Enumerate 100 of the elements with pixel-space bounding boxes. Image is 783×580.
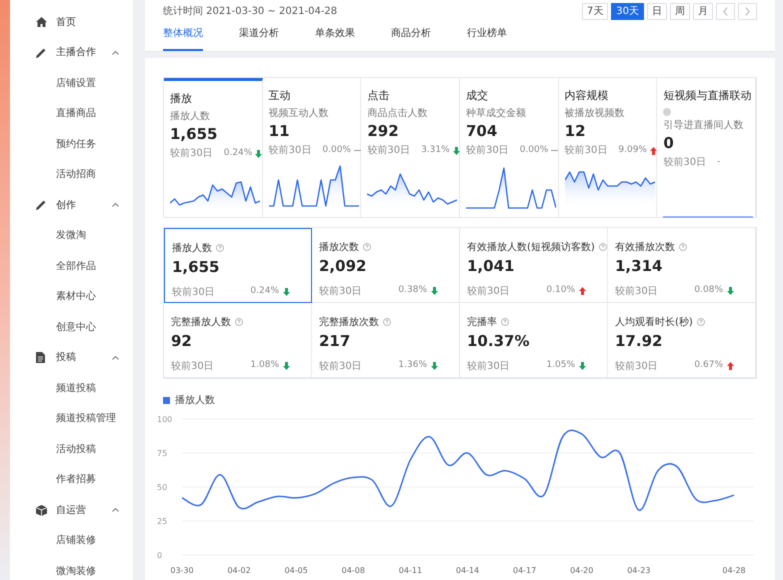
metric-label: 播放次数 — [319, 240, 359, 255]
change-value: 0.00% — [520, 144, 548, 157]
sidebar-item[interactable]: 频道投稿管理 — [10, 404, 133, 434]
sidebar-item[interactable]: 直播商品 — [10, 98, 133, 129]
chevron-left-icon — [723, 7, 728, 16]
change-value: 0.10% — [546, 284, 575, 298]
compare-label: 较前30日 — [367, 144, 410, 158]
sidebar-item[interactable]: 全部作品 — [10, 251, 133, 282]
help-icon[interactable] — [383, 318, 391, 326]
metric-value: 217 — [319, 332, 352, 351]
metric-card[interactable]: 内容规模 被播放视频数 12 较前30日 9.09% — [558, 78, 658, 218]
x-tick-label: 04-11 — [398, 566, 422, 575]
down-arrow-icon — [727, 287, 734, 296]
period-button[interactable]: 周 — [670, 3, 690, 20]
dash-icon — [551, 150, 558, 152]
metric-label: 播放人数 — [170, 112, 211, 122]
change-value: 9.09% — [618, 144, 647, 157]
metric-card[interactable]: 点击 商品点击人数 292 较前30日 3.31% — [361, 78, 460, 218]
down-arrow-icon — [283, 288, 290, 296]
tab[interactable]: 单条效果 — [315, 26, 355, 52]
metric-label: 引导进直播间人数 — [663, 121, 744, 132]
pencil-icon — [36, 200, 46, 210]
sidebar-item[interactable]: 自运营 — [10, 495, 133, 526]
metric-label: 视频互动人数 — [268, 109, 330, 120]
period-button[interactable]: 月 — [693, 3, 713, 20]
compare-label: 较前30日 — [172, 286, 216, 300]
compare-label: 较前30日 — [319, 284, 363, 299]
date-range: 统计时间 2021-03-30 ~ 2021-04-28 — [163, 4, 338, 20]
period-button[interactable]: 7天 — [582, 3, 608, 20]
metric-label: 播放人数 — [172, 242, 212, 256]
sidebar-item[interactable]: 预约任务 — [10, 129, 133, 160]
chevron-right-icon — [745, 7, 750, 16]
metric-tile[interactable]: 有效播放次数 1,314 较前30日 0.08% — [608, 228, 756, 303]
metric-value: 1,655 — [172, 258, 220, 277]
card-title: 播放 — [170, 90, 193, 107]
metric-card[interactable]: 播放 播放人数 1,655 较前30日 0.24% — [164, 78, 263, 218]
period-button[interactable]: 日 — [647, 3, 667, 20]
sidebar-item[interactable]: 素材中心 — [10, 282, 133, 312]
up-arrow-icon — [579, 287, 586, 296]
metric-tile[interactable]: 播放人数 1,655 较前30日 0.24% — [164, 228, 312, 303]
help-icon[interactable] — [235, 318, 243, 326]
sidebar-item[interactable]: 频道投稿 — [10, 373, 133, 404]
compare-label: 较前30日 — [466, 144, 509, 158]
tab[interactable]: 商品分析 — [391, 26, 431, 52]
compare-label: 较前30日 — [319, 360, 363, 374]
pencil-icon — [36, 48, 46, 58]
next-button[interactable] — [738, 3, 757, 20]
x-tick-label: 04-20 — [570, 566, 594, 575]
help-icon[interactable] — [598, 243, 607, 252]
sidebar-item[interactable]: 创作 — [10, 190, 133, 220]
up-arrow-icon — [727, 362, 734, 370]
metric-tile[interactable]: 有效播放人数(短视频访客数) 1,041 较前30日 0.10% — [460, 228, 608, 303]
metric-card[interactable]: 短视频与直播联动 引导进直播间人数 0 较前30日 - — [657, 78, 756, 218]
metric-tile[interactable]: 人均观看时长(秒) 17.92 较前30日 0.67% — [608, 302, 756, 378]
sidebar-item[interactable]: 创意中心 — [10, 312, 133, 342]
metric-tile[interactable]: 完整播放次数 217 较前30日 1.36% — [312, 302, 460, 378]
y-tick-label: 0 — [157, 550, 162, 560]
tab[interactable]: 渠道分析 — [239, 26, 279, 52]
down-arrow-icon — [283, 362, 290, 370]
x-tick-label: 04-14 — [456, 566, 480, 575]
change-value: - — [717, 156, 720, 169]
sidebar-item[interactable]: 投稿 — [10, 342, 133, 373]
sidebar-item[interactable]: 首页 — [10, 7, 133, 38]
metric-value: 92 — [171, 332, 193, 351]
change-value: 1.36% — [398, 359, 427, 372]
compare-label: 较前30日 — [615, 284, 659, 299]
help-icon[interactable] — [216, 244, 224, 252]
sidebar-item[interactable]: 活动招商 — [10, 160, 133, 190]
help-icon[interactable] — [363, 243, 371, 252]
previous-button[interactable] — [716, 3, 735, 20]
metric-card[interactable]: 成交 种草成交金额 704 较前30日 0.00% — [460, 78, 559, 218]
sidebar-item[interactable]: 店铺装修 — [10, 526, 133, 556]
home-icon — [36, 17, 47, 28]
sidebar-item[interactable]: 主播合作 — [10, 38, 133, 68]
metric-tile[interactable]: 完播率 10.37% 较前30日 1.05% — [460, 302, 608, 378]
down-arrow-icon — [255, 150, 262, 158]
metric-label: 有效播放次数 — [615, 240, 675, 255]
sidebar-item[interactable]: 活动投稿 — [10, 434, 133, 464]
help-icon[interactable] — [501, 318, 509, 326]
metric-card[interactable]: 互动 视频互动人数 11 较前30日 0.00% — [262, 78, 362, 218]
sidebar-item[interactable]: 店铺设置 — [10, 68, 133, 98]
dash-icon — [354, 150, 361, 152]
card-title: 互动 — [268, 88, 292, 104]
box-icon — [36, 504, 47, 516]
metric-tile[interactable]: 播放次数 2,092 较前30日 0.38% — [312, 228, 460, 303]
metric-label: 完整播放人数 — [171, 316, 231, 330]
legend-label[interactable]: 播放人数 — [175, 392, 215, 408]
sidebar-item[interactable]: 作者招募 — [10, 464, 133, 495]
metric-label: 商品点击人数 — [367, 109, 428, 120]
help-icon[interactable] — [679, 243, 687, 252]
metric-tile[interactable]: 完整播放人数 92 较前30日 1.08% — [164, 302, 312, 378]
help-icon[interactable] — [696, 318, 705, 326]
y-tick-label: 25 — [157, 516, 168, 526]
x-tick-label: 04-17 — [513, 566, 536, 575]
compare-label: 较前30日 — [615, 360, 659, 374]
tab[interactable]: 行业榜单 — [467, 26, 507, 52]
period-button[interactable]: 30天 — [611, 3, 644, 20]
change-value: 0.00% — [322, 144, 351, 157]
sidebar-item[interactable]: 发微淘 — [10, 220, 133, 251]
sidebar-item[interactable]: 微淘装修 — [10, 556, 133, 580]
